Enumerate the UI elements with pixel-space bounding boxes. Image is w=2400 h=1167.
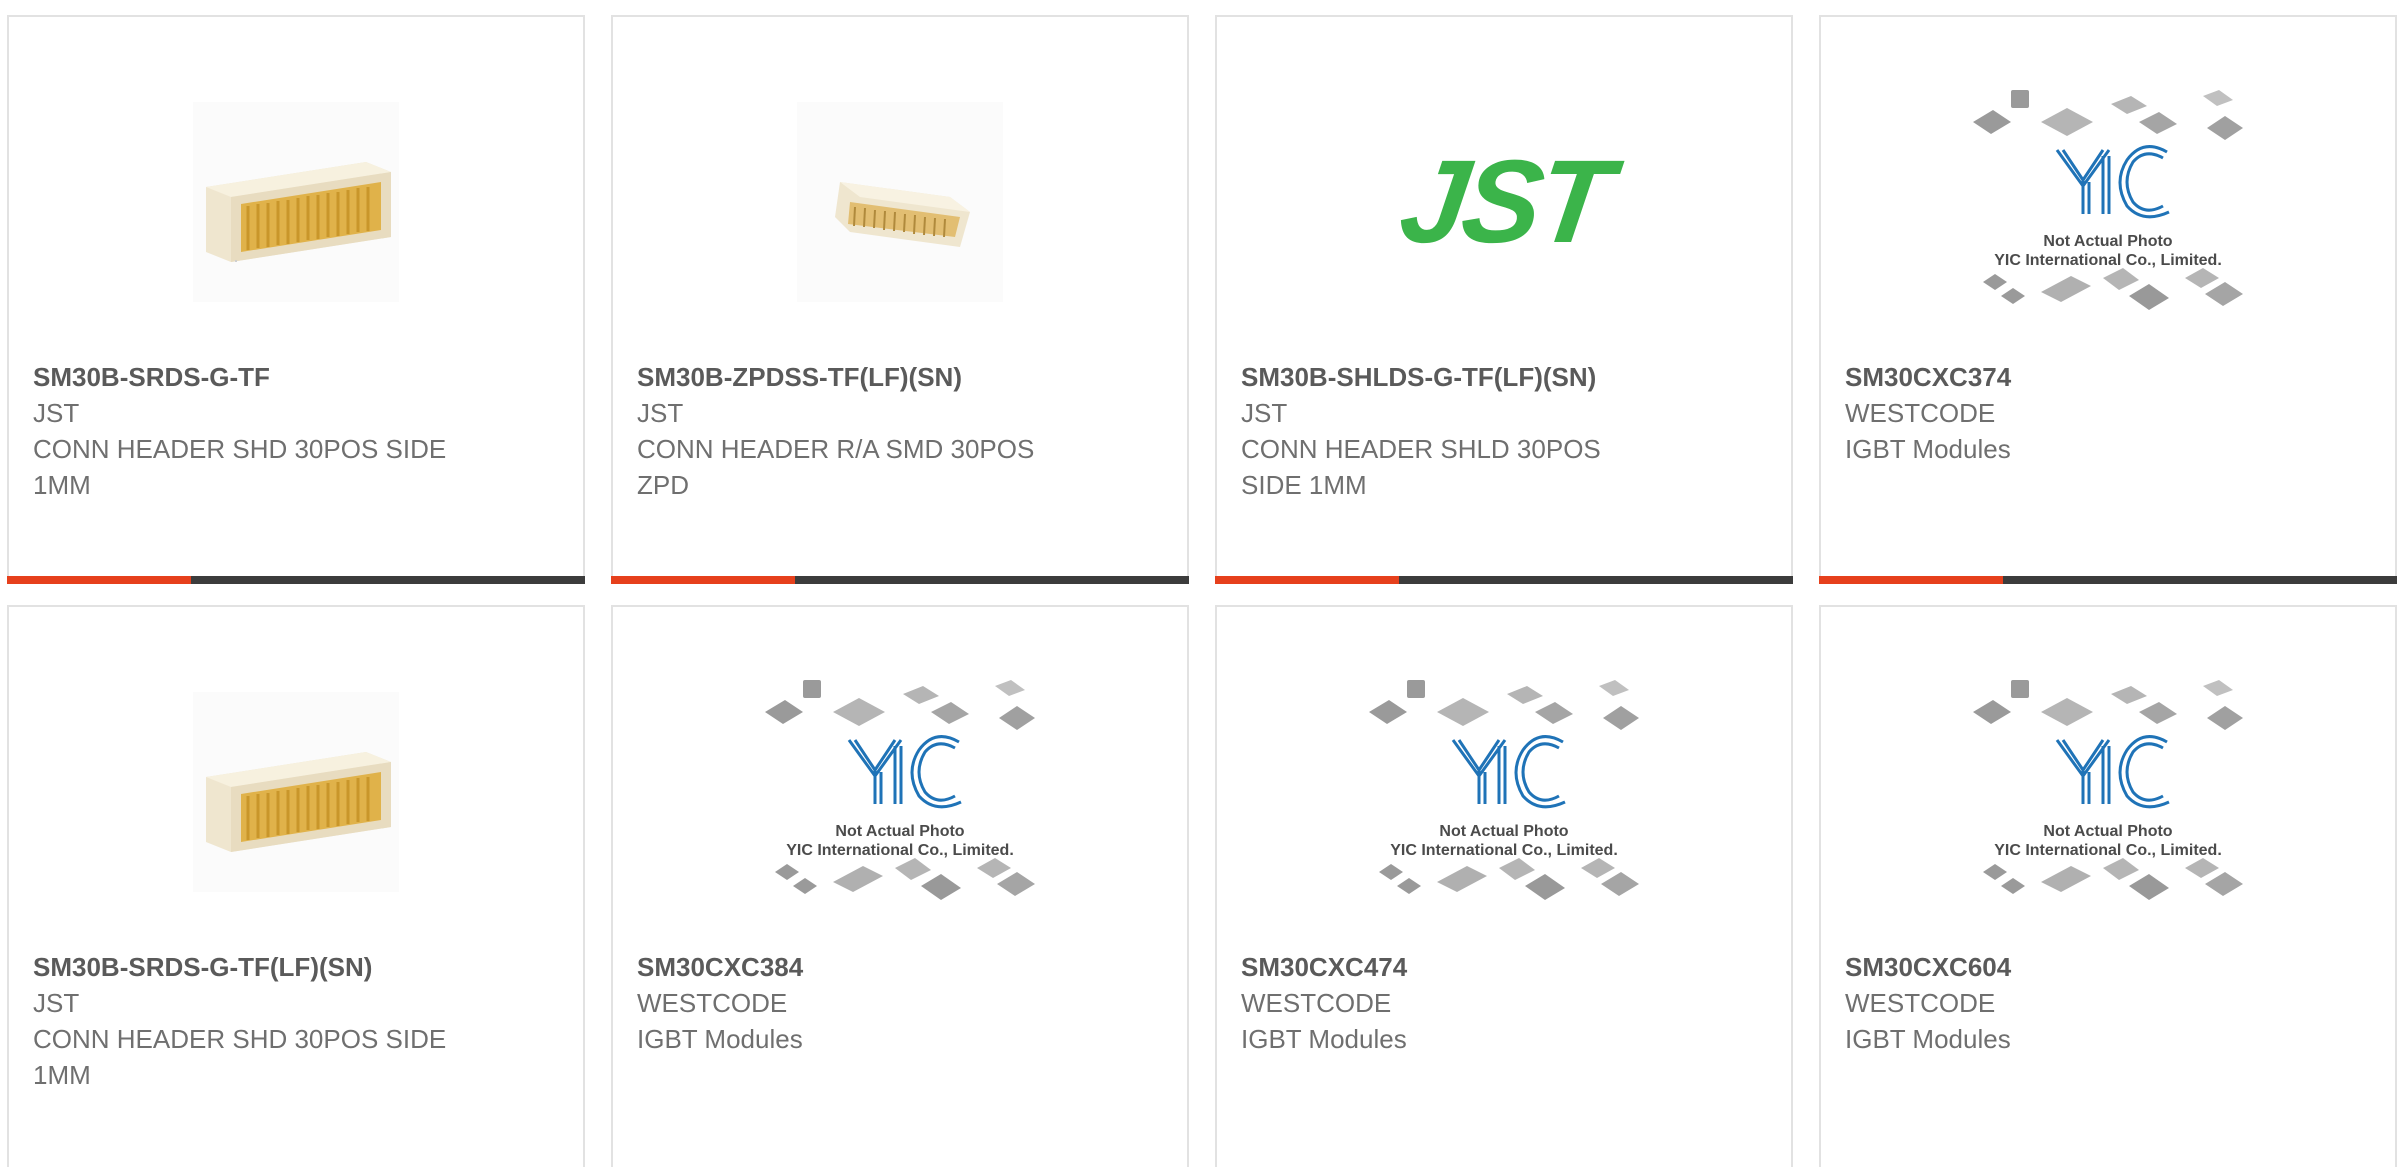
card-bottom-bar xyxy=(1215,576,1793,584)
manufacturer: JST xyxy=(1241,398,1288,428)
part-number[interactable]: SM30CXC374 xyxy=(1845,359,2375,395)
part-number[interactable]: SM30CXC604 xyxy=(1845,949,2375,985)
part-number[interactable]: SM30CXC474 xyxy=(1241,949,1771,985)
manufacturer: JST xyxy=(33,398,80,428)
yic-caption: Not Actual Photo YIC International Co., … xyxy=(1963,822,2253,860)
yic-line1: Not Actual Photo xyxy=(2043,823,2173,840)
connector-photo xyxy=(193,692,399,892)
connector-photo-small xyxy=(797,102,1003,302)
product-card[interactable]: Not Actual Photo YIC International Co., … xyxy=(611,605,1189,1167)
manufacturer: WESTCODE xyxy=(1845,988,1996,1018)
product-grid: SM30B-SRDS-G-TF JST CONN HEADER SHD 30PO… xyxy=(0,0,2400,1167)
description: IGBT Modules xyxy=(637,1024,803,1054)
description: CONN HEADER SHLD 30POS SIDE 1MM xyxy=(1241,434,1601,500)
part-number[interactable]: SM30B-SRDS-G-TF xyxy=(33,359,563,395)
card-bottom-bar xyxy=(1819,576,2397,584)
product-image[interactable]: Not Actual Photo YIC International Co., … xyxy=(1217,647,1791,937)
product-card[interactable]: SM30B-SRDS-G-TF(LF)(SN) JST CONN HEADER … xyxy=(7,605,585,1167)
manufacturer: WESTCODE xyxy=(1845,398,1996,428)
yic-line2: YIC International Co., Limited. xyxy=(1994,252,2222,269)
product-card[interactable]: Not Actual Photo YIC International Co., … xyxy=(1215,605,1793,1167)
yic-placeholder-image: Not Actual Photo YIC International Co., … xyxy=(1963,672,2253,912)
manufacturer: JST xyxy=(33,988,80,1018)
product-image[interactable]: Not Actual Photo YIC International Co., … xyxy=(1821,57,2395,347)
yic-line1: Not Actual Photo xyxy=(1439,823,1569,840)
yic-placeholder-image: Not Actual Photo YIC International Co., … xyxy=(1963,82,2253,322)
yic-line2: YIC International Co., Limited. xyxy=(1390,842,1618,859)
yic-caption: Not Actual Photo YIC International Co., … xyxy=(1963,232,2253,270)
part-number[interactable]: SM30B-SRDS-G-TF(LF)(SN) xyxy=(33,949,563,985)
yic-line1: Not Actual Photo xyxy=(835,823,965,840)
yic-line2: YIC International Co., Limited. xyxy=(1994,842,2222,859)
part-number[interactable]: SM30CXC384 xyxy=(637,949,1167,985)
product-image[interactable]: JST xyxy=(1217,57,1791,347)
description: IGBT Modules xyxy=(1845,434,2011,464)
manufacturer: WESTCODE xyxy=(1241,988,1392,1018)
yic-placeholder-image: Not Actual Photo YIC International Co., … xyxy=(755,672,1045,912)
description: IGBT Modules xyxy=(1845,1024,2011,1054)
product-card[interactable]: SM30B-ZPDSS-TF(LF)(SN) JST CONN HEADER R… xyxy=(611,15,1189,584)
product-card[interactable]: JST SM30B-SHLDS-G-TF(LF)(SN) JST CONN HE… xyxy=(1215,15,1793,584)
product-image[interactable] xyxy=(613,57,1187,347)
part-number[interactable]: SM30B-ZPDSS-TF(LF)(SN) xyxy=(637,359,1167,395)
part-number[interactable]: SM30B-SHLDS-G-TF(LF)(SN) xyxy=(1241,359,1771,395)
yic-line2: YIC International Co., Limited. xyxy=(786,842,1014,859)
card-bottom-bar xyxy=(611,576,1189,584)
card-bottom-bar xyxy=(7,576,585,584)
product-card[interactable]: Not Actual Photo YIC International Co., … xyxy=(1819,15,2397,584)
description: IGBT Modules xyxy=(1241,1024,1407,1054)
product-image[interactable] xyxy=(9,647,583,937)
manufacturer: JST xyxy=(637,398,684,428)
yic-caption: Not Actual Photo YIC International Co., … xyxy=(755,822,1045,860)
product-image[interactable]: Not Actual Photo YIC International Co., … xyxy=(1821,647,2395,937)
yic-caption: Not Actual Photo YIC International Co., … xyxy=(1359,822,1649,860)
jst-logo: JST xyxy=(1392,136,1616,268)
yic-placeholder-image: Not Actual Photo YIC International Co., … xyxy=(1359,672,1649,912)
connector-photo xyxy=(193,102,399,302)
product-card[interactable]: Not Actual Photo YIC International Co., … xyxy=(1819,605,2397,1167)
product-image[interactable]: Not Actual Photo YIC International Co., … xyxy=(613,647,1187,937)
description: CONN HEADER SHD 30POS SIDE 1MM xyxy=(33,1024,447,1090)
description: CONN HEADER R/A SMD 30POS ZPD xyxy=(637,434,1035,500)
manufacturer: WESTCODE xyxy=(637,988,788,1018)
description: CONN HEADER SHD 30POS SIDE 1MM xyxy=(33,434,447,500)
product-card[interactable]: SM30B-SRDS-G-TF JST CONN HEADER SHD 30PO… xyxy=(7,15,585,584)
product-image[interactable] xyxy=(9,57,583,347)
yic-line1: Not Actual Photo xyxy=(2043,233,2173,250)
